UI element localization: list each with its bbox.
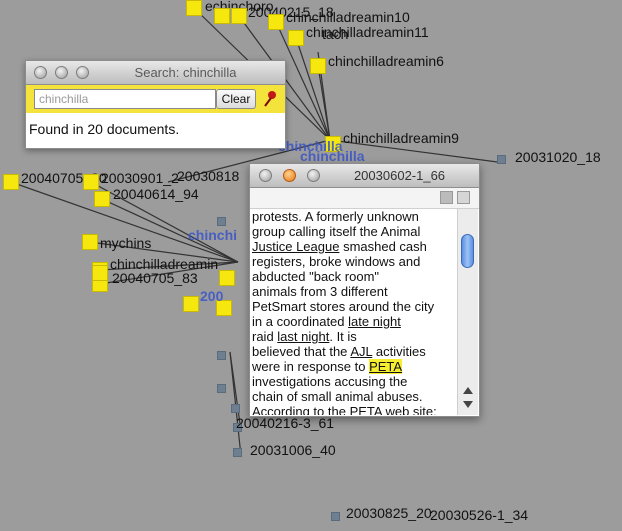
zoom-button[interactable]	[307, 169, 320, 182]
graph-node[interactable]	[310, 58, 326, 74]
document-text-span: . It is	[329, 329, 357, 344]
scroll-thumb[interactable]	[461, 234, 474, 268]
document-window-titlebar[interactable]: 20030602-1_66	[250, 164, 479, 188]
document-text-span: in a coordinated	[252, 314, 349, 329]
document-link[interactable]: late night	[348, 314, 401, 329]
graph-node[interactable]	[231, 8, 247, 24]
search-window[interactable]: Search: chinchilla Clear Found in 20 doc…	[25, 60, 286, 149]
document-text-span: registers, broke windows and	[252, 254, 421, 269]
graph-node-label[interactable]: 20030825_20	[346, 505, 432, 521]
graph-node-label[interactable]: 20031006_40	[250, 442, 336, 458]
document-line: believed that the AJL activities	[252, 344, 452, 359]
document-text-span: raid	[252, 329, 278, 344]
document-title: 20030602-1_66	[353, 168, 446, 183]
document-text-span: smashed cash	[339, 239, 427, 254]
document-line: PetSmart stores around the city	[252, 299, 452, 314]
graph-node[interactable]	[219, 270, 235, 286]
document-icon[interactable]	[440, 191, 453, 204]
search-bar: Clear	[26, 85, 285, 113]
graph-node-label[interactable]: 20040216-3_61	[236, 415, 334, 431]
minimize-button[interactable]	[55, 66, 68, 79]
graph-node[interactable]	[3, 174, 19, 190]
graph-node[interactable]	[82, 234, 98, 250]
graph-node-label[interactable]: 20040705_83	[112, 270, 198, 286]
document-link[interactable]: PETA	[350, 404, 382, 415]
document-line: registers, broke windows and	[252, 254, 452, 269]
graph-node-label[interactable]: 20031020_18	[515, 149, 601, 165]
graph-node[interactable]	[233, 448, 242, 457]
graph-edge	[295, 37, 331, 141]
close-button[interactable]	[34, 66, 47, 79]
document-text-span: PetSmart stores around the city	[252, 299, 435, 314]
document-text-span: were in response to	[252, 359, 370, 374]
document-link[interactable]: last night	[277, 329, 329, 344]
graph-node[interactable]	[497, 155, 506, 164]
search-result-count: Found in 20 documents.	[29, 121, 180, 137]
document-text: protests. A formerly unknown group callin…	[252, 209, 452, 415]
document-line: were in response to PETA	[252, 359, 452, 374]
document-line: investigations accusing the	[252, 374, 452, 389]
document-line: animals from 3 different	[252, 284, 452, 299]
graph-node-label[interactable]: 20030901_2	[101, 170, 179, 186]
document-line: Justice League smashed cash	[252, 239, 452, 254]
document-text-span: group calling itself the Animal	[252, 224, 421, 239]
document-text-span: believed that the	[252, 344, 351, 359]
graph-node[interactable]	[217, 384, 226, 393]
document-text-span: According to the	[252, 404, 350, 415]
graph-node-label[interactable]: 20040614_94	[113, 186, 199, 202]
highlighted-term-label: chinchi	[188, 227, 238, 243]
search-input[interactable]	[34, 89, 216, 109]
graph-node-label[interactable]: chinchilladreamin9	[343, 130, 459, 146]
graph-node[interactable]	[186, 0, 202, 16]
graph-node[interactable]	[268, 14, 284, 30]
document-text-span: animals from 3 different	[252, 284, 388, 299]
document-text-span: activities	[372, 344, 426, 359]
document-text-span: abducted "back room"	[252, 269, 380, 284]
graph-node[interactable]	[231, 404, 240, 413]
graph-node[interactable]	[214, 8, 230, 24]
document-line: chain of small animal abuses.	[252, 389, 452, 404]
graph-node[interactable]	[217, 217, 226, 226]
scrollbar[interactable]	[457, 209, 478, 415]
search-window-titlebar[interactable]: Search: chinchilla	[26, 61, 285, 85]
document-window[interactable]: 20030602-1_66 protests. A formerly unkno…	[249, 163, 480, 417]
document-line: group calling itself the Animal	[252, 224, 452, 239]
document-link[interactable]: AJL	[350, 344, 372, 359]
graph-node-label[interactable]: chinchilladreamin10	[286, 9, 410, 25]
graph-node-label[interactable]: 20030818	[177, 168, 239, 184]
close-button[interactable]	[259, 169, 272, 182]
graph-node-label[interactable]: mychins	[100, 235, 151, 251]
graph-node[interactable]	[94, 191, 110, 207]
graph-node[interactable]	[288, 30, 304, 46]
graph-node[interactable]	[217, 351, 226, 360]
search-highlight[interactable]: PETA	[369, 359, 403, 374]
document-line: protests. A formerly unknown	[252, 209, 452, 224]
pin-icon[interactable]	[457, 191, 470, 204]
document-link[interactable]: Justice League	[252, 239, 339, 254]
document-line: raid last night. It is	[252, 329, 452, 344]
highlighted-term-label: 200	[200, 288, 224, 304]
graph-node[interactable]	[83, 174, 99, 190]
graph-node[interactable]	[92, 265, 108, 281]
document-line: abducted "back room"	[252, 269, 452, 284]
clear-button[interactable]: Clear	[216, 89, 256, 109]
document-text-span: web site:	[381, 404, 437, 415]
scroll-down-arrow-icon[interactable]	[463, 401, 473, 408]
graph-node[interactable]	[183, 296, 199, 312]
graph-node-label[interactable]: chinchilladreamin6	[328, 53, 444, 69]
highlighted-term-label: chinchilla	[300, 148, 365, 164]
graph-node-label[interactable]: 20030526-1_34	[430, 507, 528, 523]
scroll-up-arrow-icon[interactable]	[463, 387, 473, 394]
search-window-title: Search: chinchilla	[134, 65, 237, 80]
document-text-span: protests. A formerly unknown	[252, 209, 419, 224]
minimize-button[interactable]	[283, 169, 296, 182]
pin-icon[interactable]	[262, 90, 278, 108]
document-text-span: investigations accusing the	[252, 374, 408, 389]
document-text-span: chain of small animal abuses.	[252, 389, 423, 404]
graph-node[interactable]	[331, 512, 340, 521]
document-line: in a coordinated late night	[252, 314, 452, 329]
graph-node-label[interactable]: tach	[322, 26, 348, 42]
document-toolbar	[250, 188, 479, 209]
document-line: According to the PETA web site:	[252, 404, 452, 415]
